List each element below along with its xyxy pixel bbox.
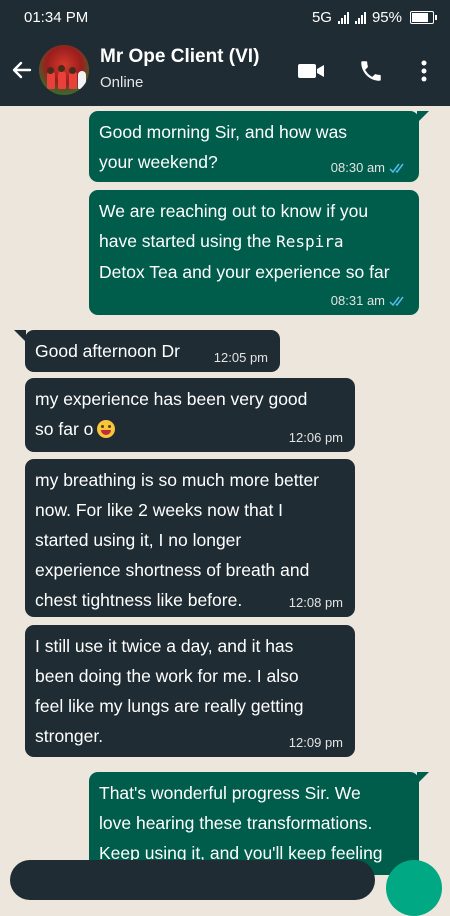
message-time: 08:31 am — [330, 293, 385, 308]
message-meta: 08:31 am — [331, 293, 407, 309]
message-bubble-outgoing[interactable]: We are reaching out to know if you have … — [89, 190, 419, 315]
back-arrow-icon[interactable] — [8, 56, 36, 84]
message-meta: 12:09 pm — [289, 735, 343, 751]
message-bubble-outgoing[interactable]: Good morning Sir, and how was your weeke… — [89, 111, 419, 182]
message-text: my breathing is so much more better now.… — [35, 470, 320, 610]
message-time: 08:30 am — [330, 160, 385, 175]
contact-status: Online — [100, 74, 144, 91]
phone-icon[interactable] — [356, 56, 386, 86]
grinning-face-icon — [97, 420, 116, 438]
message-bubble-incoming[interactable]: I still use it twice a day, and it has b… — [25, 625, 355, 757]
message-text: We are reaching out to know if you have … — [99, 196, 409, 287]
network-type: 5G — [311, 9, 332, 26]
message-meta: 12:05 pm — [214, 350, 268, 366]
read-ticks-icon — [389, 296, 404, 306]
status-indicators: 5G 95% — [311, 9, 437, 26]
status-time: 01:34 PM — [24, 9, 89, 26]
chat-header: Mr Ope Client (VI) Online — [0, 34, 450, 106]
message-text-part: Detox Tea and your experience so far — [99, 262, 390, 282]
message-time: 12:05 pm — [213, 350, 268, 365]
message-time: 12:08 pm — [288, 595, 343, 610]
avatar[interactable] — [39, 45, 89, 95]
read-ticks-icon — [389, 163, 404, 173]
message-meta: 08:30 am — [331, 160, 407, 176]
message-input[interactable] — [10, 860, 375, 900]
battery-fill — [412, 13, 429, 22]
signal-icon-2 — [354, 11, 366, 24]
message-text: That's wonderful progress Sir. We love h… — [99, 783, 383, 863]
message-list[interactable]: Good morning Sir, and how was your weeke… — [0, 106, 450, 875]
battery-percent: 95% — [371, 9, 402, 26]
message-bubble-incoming[interactable]: Good afternoon Dr 12:05 pm — [25, 330, 280, 372]
contact-name[interactable]: Mr Ope Client (VI) — [100, 46, 259, 68]
message-time: 12:09 pm — [288, 735, 343, 750]
send-button[interactable] — [386, 860, 442, 916]
message-meta: 12:08 pm — [289, 595, 343, 611]
video-call-icon[interactable] — [296, 56, 326, 86]
message-meta: 12:06 pm — [289, 430, 343, 446]
more-options-icon[interactable] — [409, 56, 439, 86]
message-text: I still use it twice a day, and it has b… — [35, 636, 304, 746]
signal-icon — [337, 11, 349, 24]
message-bubble-incoming[interactable]: my experience has been very good so far … — [25, 378, 355, 452]
message-text-part: my experience has been very good so far … — [35, 389, 308, 439]
message-time: 12:06 pm — [288, 430, 343, 445]
product-name: Respira — [276, 232, 344, 251]
status-bar: 01:34 PM 5G 95% — [0, 0, 450, 34]
message-bubble-incoming[interactable]: my breathing is so much more better now.… — [25, 459, 355, 617]
battery-icon — [410, 11, 437, 24]
